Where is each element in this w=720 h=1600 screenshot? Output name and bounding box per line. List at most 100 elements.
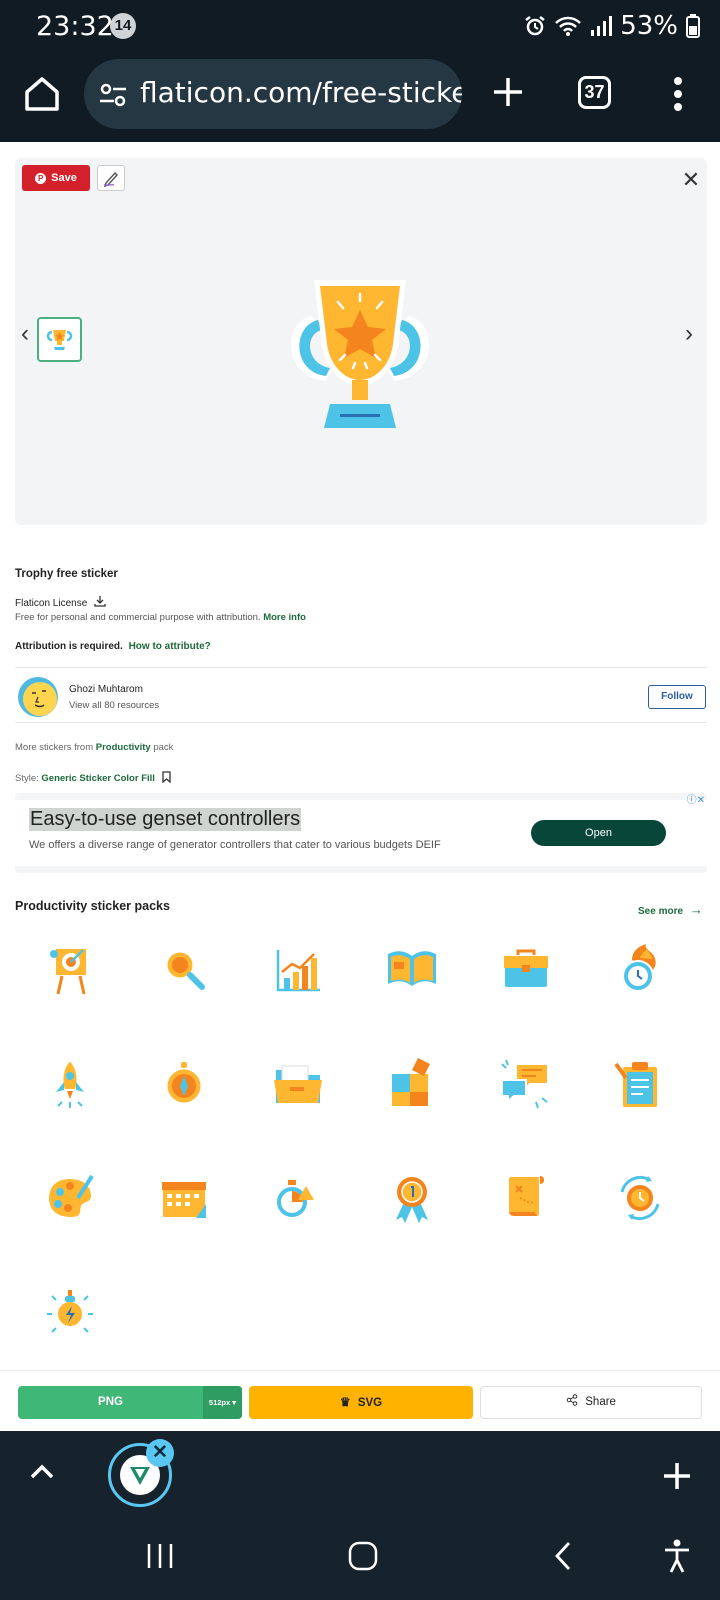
battery-icon (686, 14, 700, 38)
see-more-label: See more (638, 906, 684, 917)
compass-icon[interactable] (154, 1054, 214, 1114)
site-settings-icon[interactable] (98, 81, 128, 109)
add-icon[interactable] (662, 1461, 692, 1491)
author-resources[interactable]: View all 80 resources (69, 700, 159, 711)
sticker-thumbnail[interactable] (37, 317, 82, 362)
ad-title[interactable]: Easy-to-use genset controllers (29, 808, 302, 831)
new-tab-icon[interactable] (490, 74, 526, 110)
png-download-button[interactable]: PNG 512px ▾ (18, 1386, 242, 1419)
tab-switcher-button[interactable]: 37 (578, 76, 611, 109)
attribution-row: Attribution is required. How to attribut… (15, 641, 705, 652)
how-to-attribute-link[interactable]: How to attribute? (129, 641, 211, 652)
packs-section-title: Productivity sticker packs (15, 899, 170, 913)
signal-icon (591, 16, 613, 36)
share-button[interactable]: Share (480, 1386, 702, 1419)
alarm-icon (525, 16, 545, 36)
share-label: Share (585, 1396, 616, 1408)
browser-toolbar: flaticon.com/free-sticker 37 (0, 52, 720, 144)
license-desc-text: Free for personal and commercial purpose… (15, 612, 261, 623)
advertisement: Easy-to-use genset controllers We offers… (15, 793, 707, 873)
author-name[interactable]: Ghozi Muhtarom (69, 684, 143, 695)
accessibility-icon[interactable] (662, 1539, 692, 1573)
license-description: Free for personal and commercial purpose… (15, 612, 705, 623)
follow-button[interactable]: Follow (648, 685, 706, 709)
share-icon (566, 1394, 578, 1406)
trophy-sticker-image (290, 280, 430, 428)
edit-sticker-button[interactable] (97, 165, 125, 191)
clipboard-icon[interactable] (610, 1054, 670, 1114)
more-stickers-line: More stickers from Productivity pack (15, 742, 705, 753)
next-arrow-icon[interactable]: › (685, 320, 693, 348)
author-avatar[interactable] (18, 677, 58, 717)
previous-arrow-icon[interactable]: ‹ (21, 320, 29, 348)
recent-apps-icon[interactable] (145, 1541, 175, 1571)
png-size-dropdown[interactable]: 512px ▾ (203, 1386, 242, 1419)
rocket-icon[interactable] (40, 1054, 100, 1114)
ad-open-button[interactable]: Open (531, 820, 666, 846)
more-info-link[interactable]: More info (263, 612, 306, 623)
bookmark-icon[interactable] (161, 771, 172, 784)
png-size-value: 512px (208, 1398, 231, 1407)
see-more-link[interactable]: See more → (638, 902, 703, 917)
trophy-thumbnail-icon (46, 330, 73, 350)
wifi-icon (555, 16, 582, 36)
more-suffix: pack (153, 742, 174, 753)
style-prefix: Style: (15, 773, 39, 784)
stopwatch-icon[interactable] (268, 1168, 328, 1228)
status-bar: 23:32 14 53% (0, 0, 720, 52)
growth-chart-icon[interactable] (268, 940, 328, 1000)
puzzle-icon[interactable] (382, 1054, 442, 1114)
divider (15, 722, 707, 723)
treasure-map-icon[interactable] (496, 1168, 556, 1228)
clock-cycle-icon[interactable] (610, 1168, 670, 1228)
avatar-face-icon (23, 682, 57, 716)
briefcase-icon[interactable] (496, 940, 556, 1000)
url-text: flaticon.com/free-sticker (140, 76, 462, 109)
license-label: Flaticon License (15, 598, 88, 609)
pack-link[interactable]: Productivity (96, 742, 151, 753)
chat-bubbles-icon[interactable] (496, 1054, 556, 1114)
pen-icon (103, 171, 118, 188)
status-icons: 53% (524, 11, 700, 41)
burning-clock-icon[interactable] (610, 940, 670, 1000)
crown-icon: ♛ (339, 1395, 351, 1409)
medal-icon[interactable] (382, 1168, 442, 1228)
svg-download-button[interactable]: ♛ SVG (249, 1386, 473, 1419)
arrow-right-icon: → (689, 902, 703, 917)
close-icon[interactable]: ✕ (679, 168, 703, 192)
folder-icon[interactable] (268, 1054, 328, 1114)
home-icon[interactable] (22, 74, 62, 114)
more-prefix: More stickers from (15, 742, 94, 753)
ad-choices-icon[interactable]: ⓘ✕ (687, 791, 705, 806)
status-time: 23:32 (36, 11, 114, 42)
attribution-required: Attribution is required. (15, 641, 123, 652)
browser-bottom-panel: ✕ (0, 1431, 720, 1600)
palette-icon[interactable] (40, 1168, 100, 1228)
battery-percent: 53% (620, 11, 678, 41)
license-row: Flaticon License (15, 595, 705, 609)
pinterest-icon: P (35, 172, 47, 184)
pinterest-save-button[interactable]: P Save (22, 165, 90, 191)
magnifier-icon[interactable] (154, 940, 214, 1000)
target-board-icon[interactable] (40, 940, 100, 1000)
download-license-icon[interactable] (94, 595, 106, 607)
notification-count-badge: 14 (110, 13, 136, 39)
sticker-title: Trophy free sticker (15, 568, 118, 580)
close-bubble-icon[interactable]: ✕ (146, 1439, 174, 1467)
calendar-icon[interactable] (154, 1168, 214, 1228)
open-book-icon[interactable] (382, 940, 442, 1000)
style-line: Style: Generic Sticker Color Fill (15, 771, 705, 784)
back-icon[interactable] (553, 1541, 573, 1571)
more-menu-icon[interactable] (672, 76, 684, 112)
system-home-icon[interactable] (348, 1541, 378, 1571)
png-label: PNG (98, 1396, 123, 1408)
url-bar[interactable]: flaticon.com/free-sticker (84, 59, 462, 129)
light-bulb-icon[interactable] (40, 1282, 100, 1342)
svg-label: SVG (357, 1397, 383, 1409)
ad-card[interactable]: Easy-to-use genset controllers We offers… (15, 800, 707, 866)
ad-subtitle: We offers a diverse range of generator c… (29, 839, 441, 851)
style-link[interactable]: Generic Sticker Color Fill (41, 773, 155, 784)
download-bar: PNG 512px ▾ ♛ SVG Share (0, 1370, 720, 1430)
chevron-up-icon[interactable] (28, 1459, 56, 1483)
divider (15, 667, 707, 668)
